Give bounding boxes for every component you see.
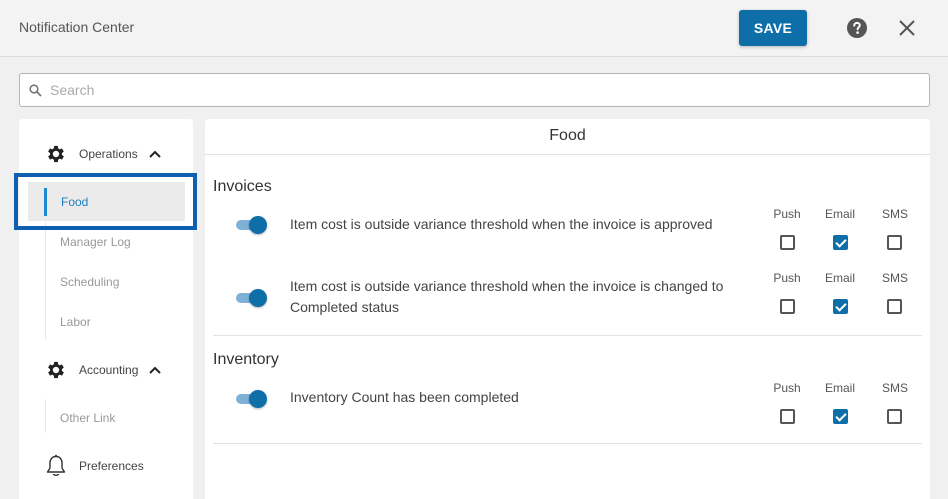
gear-icon [48, 145, 64, 163]
sms-checkbox[interactable] [887, 299, 902, 314]
email-checkbox[interactable] [833, 235, 848, 250]
push-checkbox[interactable] [780, 409, 795, 424]
sidebar-item-preferences[interactable]: Preferences [79, 459, 144, 473]
search-input[interactable] [50, 74, 920, 106]
channel-label-push: Push [773, 271, 801, 285]
section-title-inventory: Inventory [213, 351, 279, 368]
header-bar: Notification Center SAVE [0, 0, 948, 57]
rule-toggle[interactable] [236, 216, 268, 234]
section-divider [213, 335, 922, 336]
main-panel: Food Invoices Push Email SMS Item cost i… [205, 119, 930, 499]
channel-label-sms: SMS [881, 271, 908, 285]
chevron-up-icon[interactable] [148, 149, 162, 159]
selection-highlight-box [14, 173, 197, 230]
rule-toggle[interactable] [236, 289, 268, 307]
search-icon [29, 84, 42, 97]
channel-label-sms: SMS [881, 207, 908, 221]
section-divider [213, 443, 922, 444]
toggle-knob [249, 216, 267, 234]
rule-toggle[interactable] [236, 390, 268, 408]
toggle-knob [249, 390, 267, 408]
panel-title: Food [205, 119, 930, 155]
submenu-rail [45, 399, 46, 433]
toggle-knob [249, 289, 267, 307]
channel-label-email: Email [824, 207, 855, 221]
sidebar-item-manager-log[interactable]: Manager Log [60, 235, 131, 249]
sidebar-group-accounting[interactable]: Accounting [19, 352, 193, 388]
channel-label-sms: SMS [881, 381, 908, 395]
channel-label-push: Push [773, 207, 801, 221]
page-title: Notification Center [19, 19, 135, 35]
email-checkbox[interactable] [833, 409, 848, 424]
channel-label-email: Email [824, 381, 855, 395]
sidebar-group-operations[interactable]: Operations [19, 136, 193, 172]
gear-icon [48, 361, 64, 379]
push-checkbox[interactable] [780, 235, 795, 250]
sms-checkbox[interactable] [887, 235, 902, 250]
help-circle-icon[interactable] [847, 18, 867, 38]
sidebar-group-label: Accounting [79, 363, 139, 377]
search-bar [19, 73, 930, 107]
email-checkbox[interactable] [833, 299, 848, 314]
sidebar-item-labor[interactable]: Labor [60, 315, 91, 329]
rule-text: Inventory Count has been completed [290, 389, 519, 405]
section-title-invoices: Invoices [213, 178, 272, 195]
bell-icon [46, 454, 66, 477]
close-icon[interactable] [898, 19, 916, 37]
channel-label-email: Email [824, 271, 855, 285]
channel-label-push: Push [773, 381, 801, 395]
chevron-up-icon[interactable] [148, 365, 162, 375]
rule-text: Item cost is outside variance threshold … [290, 216, 713, 232]
rule-text: Item cost is outside variance threshold … [290, 278, 724, 315]
push-checkbox[interactable] [780, 299, 795, 314]
submenu-rail [45, 222, 46, 339]
sidebar-group-label: Operations [79, 147, 138, 161]
save-button[interactable]: SAVE [739, 10, 807, 46]
sidebar-item-other-link[interactable]: Other Link [60, 411, 115, 425]
sidebar-item-scheduling[interactable]: Scheduling [60, 275, 119, 289]
sms-checkbox[interactable] [887, 409, 902, 424]
